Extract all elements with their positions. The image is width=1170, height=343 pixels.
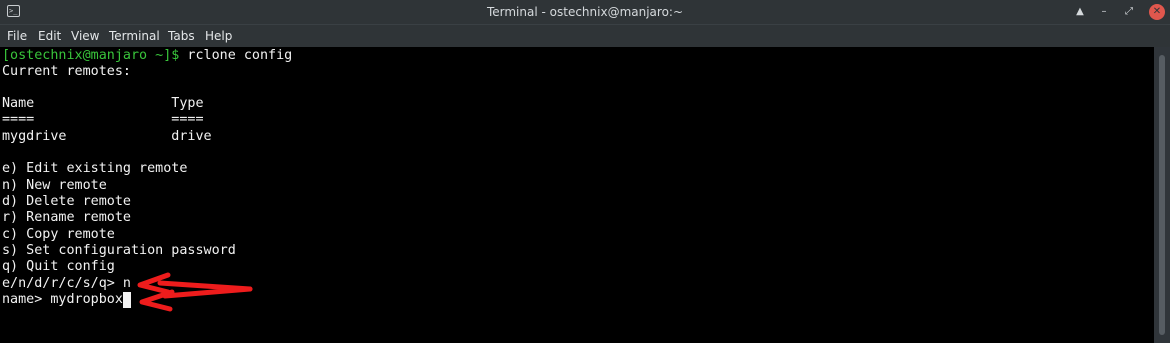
red-arrow-icon [137,272,253,312]
annotation-arrows [137,272,253,312]
